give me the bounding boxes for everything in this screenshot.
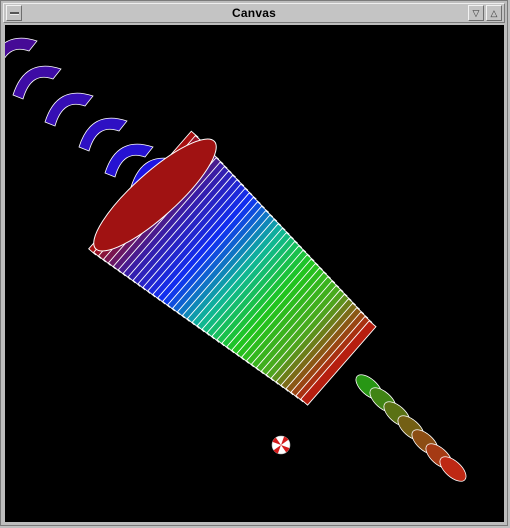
maximize-button[interactable]: △	[486, 5, 502, 21]
minimize-triangle-icon: ▽	[472, 8, 480, 18]
window-title: Canvas	[232, 6, 276, 20]
maximize-triangle-icon: △	[490, 8, 498, 18]
canvas-window: Canvas ▽ △	[0, 0, 508, 526]
3d-scene	[5, 37, 467, 482]
title-bar[interactable]: Canvas ▽ △	[3, 3, 505, 23]
coil-segment	[44, 92, 94, 127]
coil-segment	[78, 117, 128, 152]
minimize-button[interactable]: ▽	[468, 5, 484, 21]
render-canvas[interactable]	[5, 25, 504, 522]
coil-segment	[12, 65, 62, 100]
coil-segment	[5, 37, 38, 59]
